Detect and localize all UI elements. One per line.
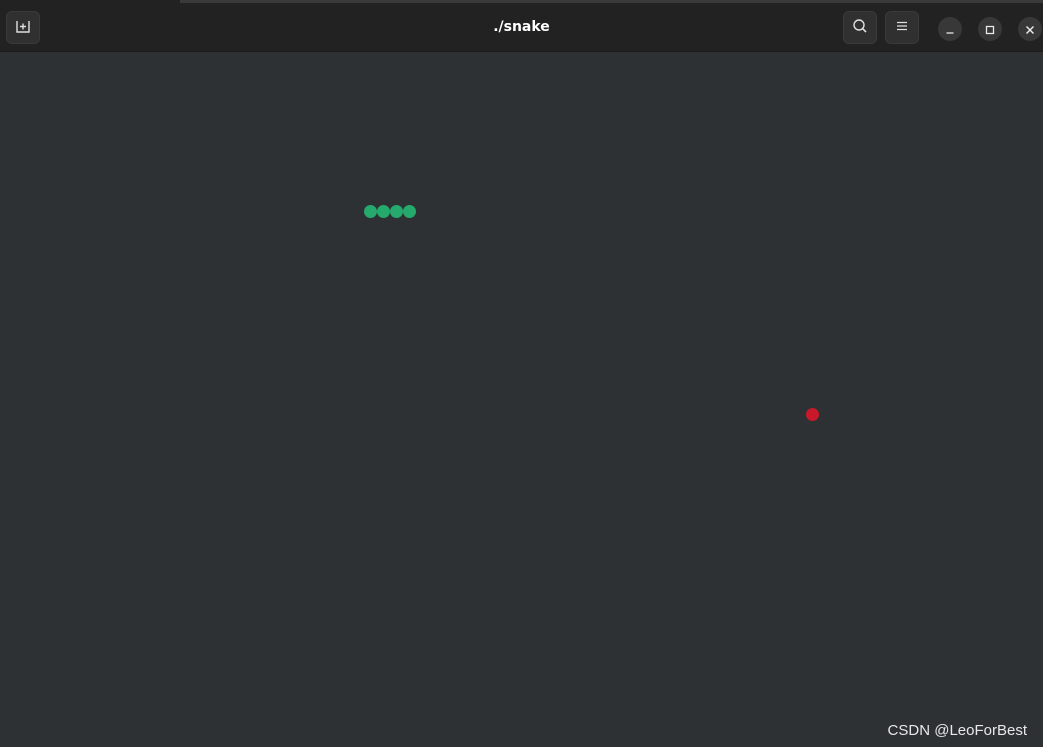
search-button[interactable] (843, 11, 877, 44)
new-tab-button[interactable] (6, 11, 40, 44)
food-pellet (806, 408, 819, 421)
maximize-button[interactable] (978, 17, 1002, 41)
game-canvas[interactable] (0, 52, 1043, 747)
snake-head (403, 205, 416, 218)
new-tab-icon (15, 18, 31, 38)
close-button[interactable] (1018, 17, 1042, 41)
minimize-button[interactable] (938, 17, 962, 41)
snake-segment (364, 205, 377, 218)
app-window: ./snake CSDN @LeoForBest (0, 0, 1043, 747)
snake-segment (377, 205, 390, 218)
menu-button[interactable] (885, 11, 919, 44)
close-icon (1025, 20, 1035, 39)
search-icon (852, 18, 868, 38)
snake-segment (390, 205, 403, 218)
minimize-icon (945, 20, 955, 39)
title-bar[interactable]: ./snake (0, 0, 1043, 52)
hamburger-menu-icon (895, 18, 909, 37)
maximize-icon (985, 20, 995, 39)
title-bar-edge (180, 0, 1043, 3)
watermark-text: CSDN @LeoForBest (887, 722, 1027, 739)
